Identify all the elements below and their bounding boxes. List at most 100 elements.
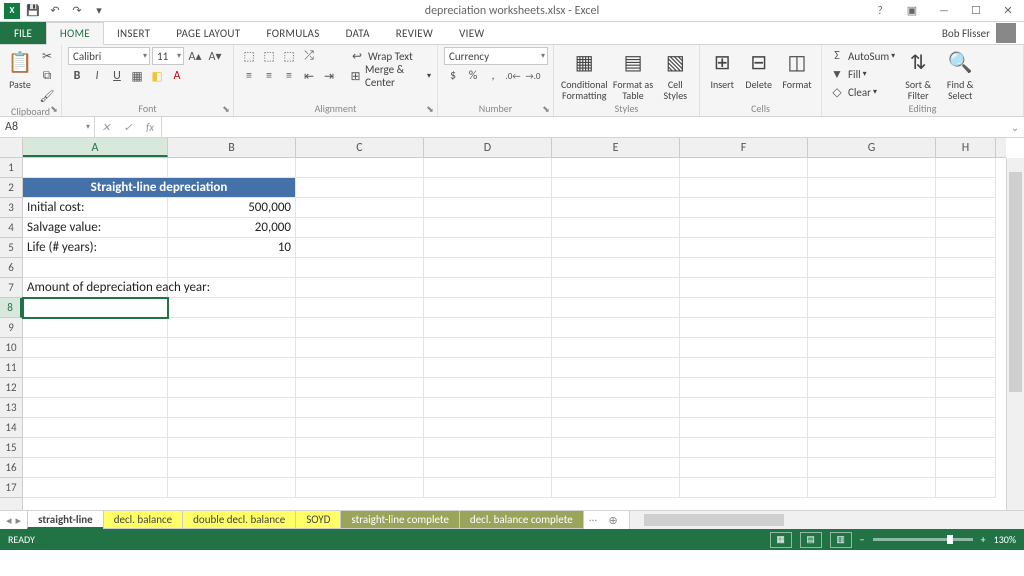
sheet-nav-prev-button[interactable]: ◂ <box>6 514 12 527</box>
col-header-e[interactable]: E <box>552 138 680 157</box>
row-header-3[interactable]: 3 <box>0 198 22 218</box>
expand-formula-bar-button[interactable]: ⌄ <box>1006 117 1024 137</box>
row-headers[interactable]: 1234567891011121314151617 <box>0 158 23 510</box>
name-box[interactable]: A8 <box>0 117 95 137</box>
row-header-12[interactable]: 12 <box>0 378 22 398</box>
alignment-launcher-icon[interactable]: ⬊ <box>424 103 436 115</box>
cell-a3[interactable]: Initial cost: <box>23 198 168 218</box>
spreadsheet-grid[interactable]: A B C D E F G H 123456789101112131415161… <box>0 138 1024 510</box>
col-header-a[interactable]: A <box>23 138 168 157</box>
normal-view-button[interactable]: ▦ <box>770 532 792 548</box>
enter-formula-button[interactable]: ✓ <box>117 121 139 134</box>
align-top-button[interactable]: ⬚ <box>240 47 258 65</box>
cell-header[interactable]: Straight-line depreciation <box>23 178 296 198</box>
clipboard-launcher-icon[interactable]: ⬊ <box>48 103 60 115</box>
format-cells-button[interactable]: ◫Format <box>779 47 815 90</box>
clear-button[interactable]: ◇Clear▾ <box>828 83 895 101</box>
merge-center-button[interactable]: ⊞Merge & Center▾ <box>348 67 431 85</box>
redo-button[interactable]: ↷ <box>68 2 86 20</box>
new-sheet-button[interactable]: ⊕ <box>603 511 623 529</box>
increase-indent-button[interactable]: ⇥ <box>320 67 338 85</box>
row-header-13[interactable]: 13 <box>0 398 22 418</box>
paste-button[interactable]: 📋 Paste <box>6 47 34 90</box>
sheet-tab-decl-complete[interactable]: decl. balance complete <box>459 511 584 529</box>
increase-font-button[interactable]: A▴ <box>186 47 204 65</box>
tab-page-layout[interactable]: PAGE LAYOUT <box>163 22 253 44</box>
formula-input[interactable] <box>162 117 1006 137</box>
align-middle-button[interactable]: ⬚ <box>260 47 278 65</box>
decrease-decimal-button[interactable]: →.0 <box>524 67 542 85</box>
zoom-out-button[interactable]: − <box>860 533 865 546</box>
row-header-4[interactable]: 4 <box>0 218 22 238</box>
fx-button[interactable]: fx <box>139 121 161 134</box>
find-select-button[interactable]: 🔍Find & Select <box>941 47 979 101</box>
tab-formulas[interactable]: FORMULAS <box>253 22 332 44</box>
cell-a8-selected[interactable] <box>23 298 168 318</box>
row-header-11[interactable]: 11 <box>0 358 22 378</box>
fill-color-button[interactable]: ◧ <box>148 67 166 85</box>
row-header-17[interactable]: 17 <box>0 478 22 498</box>
row-header-6[interactable]: 6 <box>0 258 22 278</box>
row-header-2[interactable]: 2 <box>0 178 22 198</box>
insert-cells-button[interactable]: ⊞Insert <box>706 47 738 90</box>
row-header-15[interactable]: 15 <box>0 438 22 458</box>
user-name[interactable]: Bob Flisser <box>942 27 990 40</box>
tab-view[interactable]: VIEW <box>446 22 497 44</box>
page-break-view-button[interactable]: ▥ <box>830 532 852 548</box>
underline-button[interactable]: U <box>108 67 126 85</box>
orientation-button[interactable]: ⤮ <box>300 47 318 65</box>
tab-review[interactable]: REVIEW <box>383 22 446 44</box>
increase-decimal-button[interactable]: .0← <box>504 67 522 85</box>
tab-data[interactable]: DATA <box>333 22 383 44</box>
sort-filter-button[interactable]: ⇅Sort & Filter <box>899 47 937 101</box>
align-left-button[interactable]: ≡ <box>240 67 258 85</box>
accounting-format-button[interactable]: $ <box>444 67 462 85</box>
more-sheets-button[interactable]: ... <box>583 511 603 529</box>
help-button[interactable]: ? <box>868 2 892 20</box>
page-layout-view-button[interactable]: ▤ <box>800 532 822 548</box>
conditional-formatting-button[interactable]: ▦Conditional Formatting <box>560 47 609 101</box>
sheet-nav-next-button[interactable]: ▸ <box>16 514 22 527</box>
tab-insert[interactable]: INSERT <box>104 22 163 44</box>
autosum-button[interactable]: ΣAutoSum▾ <box>828 47 895 65</box>
cell-a4[interactable]: Salvage value: <box>23 218 168 238</box>
col-header-b[interactable]: B <box>168 138 296 157</box>
tab-home[interactable]: HOME <box>46 22 104 45</box>
close-button[interactable]: ✕ <box>996 2 1020 20</box>
col-header-c[interactable]: C <box>296 138 424 157</box>
cell-b3[interactable]: 500,000 <box>168 198 296 218</box>
col-header-h[interactable]: H <box>936 138 996 157</box>
sheet-tab-soyd[interactable]: SOYD <box>295 511 341 529</box>
row-header-14[interactable]: 14 <box>0 418 22 438</box>
row-header-16[interactable]: 16 <box>0 458 22 478</box>
font-launcher-icon[interactable]: ⬊ <box>220 103 232 115</box>
save-button[interactable]: 💾 <box>24 2 42 20</box>
sheet-tab-straight-complete[interactable]: straight-line complete <box>340 511 460 529</box>
zoom-slider-thumb[interactable] <box>947 535 953 544</box>
sheet-tab-double-decl[interactable]: double decl. balance <box>182 511 296 529</box>
vertical-scrollbar[interactable] <box>1006 158 1024 510</box>
undo-button[interactable]: ↶ <box>46 2 64 20</box>
horizontal-scroll-thumb[interactable] <box>644 514 784 526</box>
bold-button[interactable]: B <box>68 67 86 85</box>
align-right-button[interactable]: ≡ <box>280 67 298 85</box>
row-header-8[interactable]: 8 <box>0 298 22 318</box>
maximize-button[interactable]: ☐ <box>964 2 988 20</box>
align-center-button[interactable]: ≡ <box>260 67 278 85</box>
cell-a5[interactable]: Life (# years): <box>23 238 168 258</box>
number-launcher-icon[interactable]: ⬊ <box>540 103 552 115</box>
font-color-button[interactable]: A <box>168 67 186 85</box>
cancel-formula-button[interactable]: ✕ <box>95 121 117 134</box>
fill-button[interactable]: ▼Fill▾ <box>828 65 895 83</box>
zoom-level[interactable]: 130% <box>994 533 1016 546</box>
cut-button[interactable]: ✂ <box>38 47 56 65</box>
font-size-combo[interactable]: 11 <box>152 47 184 65</box>
align-bottom-button[interactable]: ⬚ <box>280 47 298 65</box>
col-header-d[interactable]: D <box>424 138 552 157</box>
qat-customize-icon[interactable]: ▾ <box>90 2 108 20</box>
cell-b5[interactable]: 10 <box>168 238 296 258</box>
sheet-tab-straight-line[interactable]: straight-line <box>27 511 104 529</box>
user-avatar[interactable] <box>996 23 1016 43</box>
row-header-10[interactable]: 10 <box>0 338 22 358</box>
number-format-combo[interactable]: Currency <box>444 47 548 65</box>
